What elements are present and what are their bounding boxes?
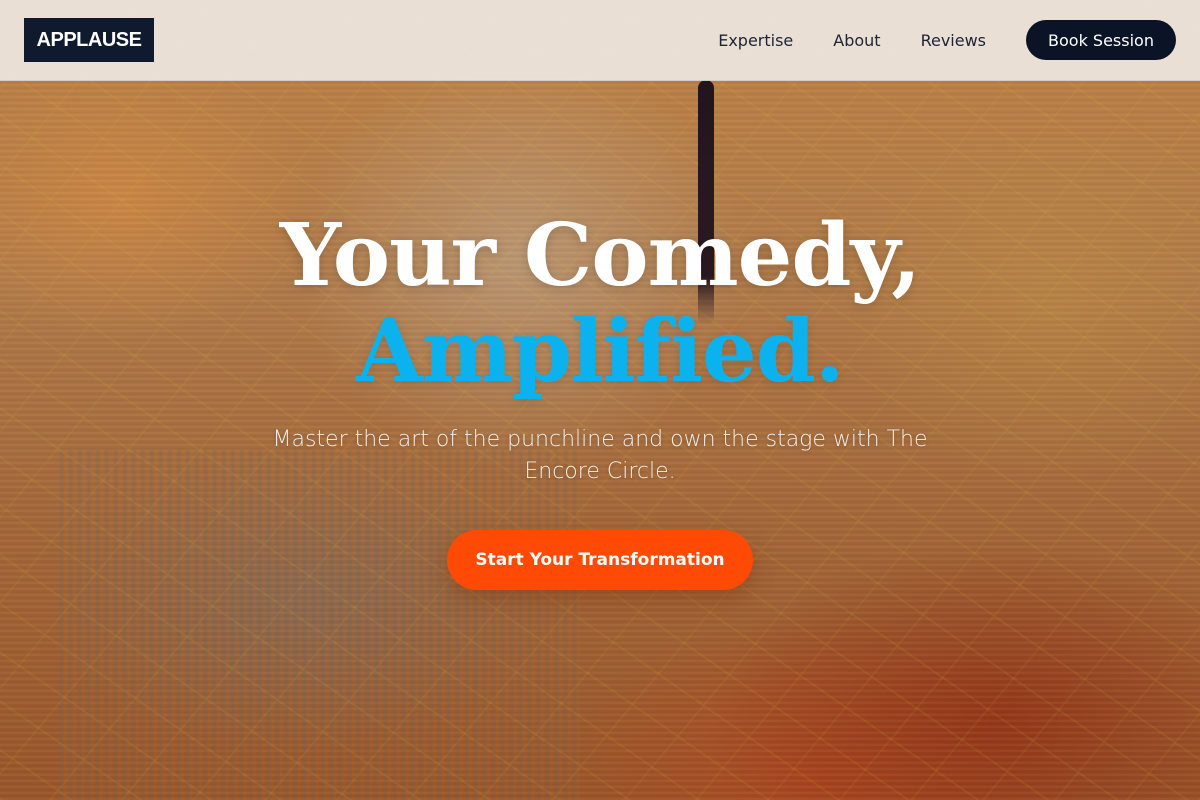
top-navbar: APPLAUSE Expertise About Reviews Book Se… xyxy=(0,0,1200,81)
nav-links: Expertise About Reviews xyxy=(718,0,986,80)
nav-link-reviews[interactable]: Reviews xyxy=(921,31,986,50)
nav-link-about[interactable]: About xyxy=(833,31,880,50)
hero-headline-line2: Amplified. xyxy=(356,301,845,402)
start-transformation-button[interactable]: Start Your Transformation xyxy=(447,530,753,590)
book-session-button[interactable]: Book Session xyxy=(1026,20,1176,60)
hero-subheadline: Master the art of the punchline and own … xyxy=(272,427,928,484)
nav-link-expertise[interactable]: Expertise xyxy=(718,31,793,50)
brand-logo[interactable]: APPLAUSE xyxy=(24,18,154,62)
hero-headline-line1: Your Comedy, xyxy=(279,205,921,306)
hero-headline: Your Comedy, Amplified. xyxy=(0,208,1200,400)
